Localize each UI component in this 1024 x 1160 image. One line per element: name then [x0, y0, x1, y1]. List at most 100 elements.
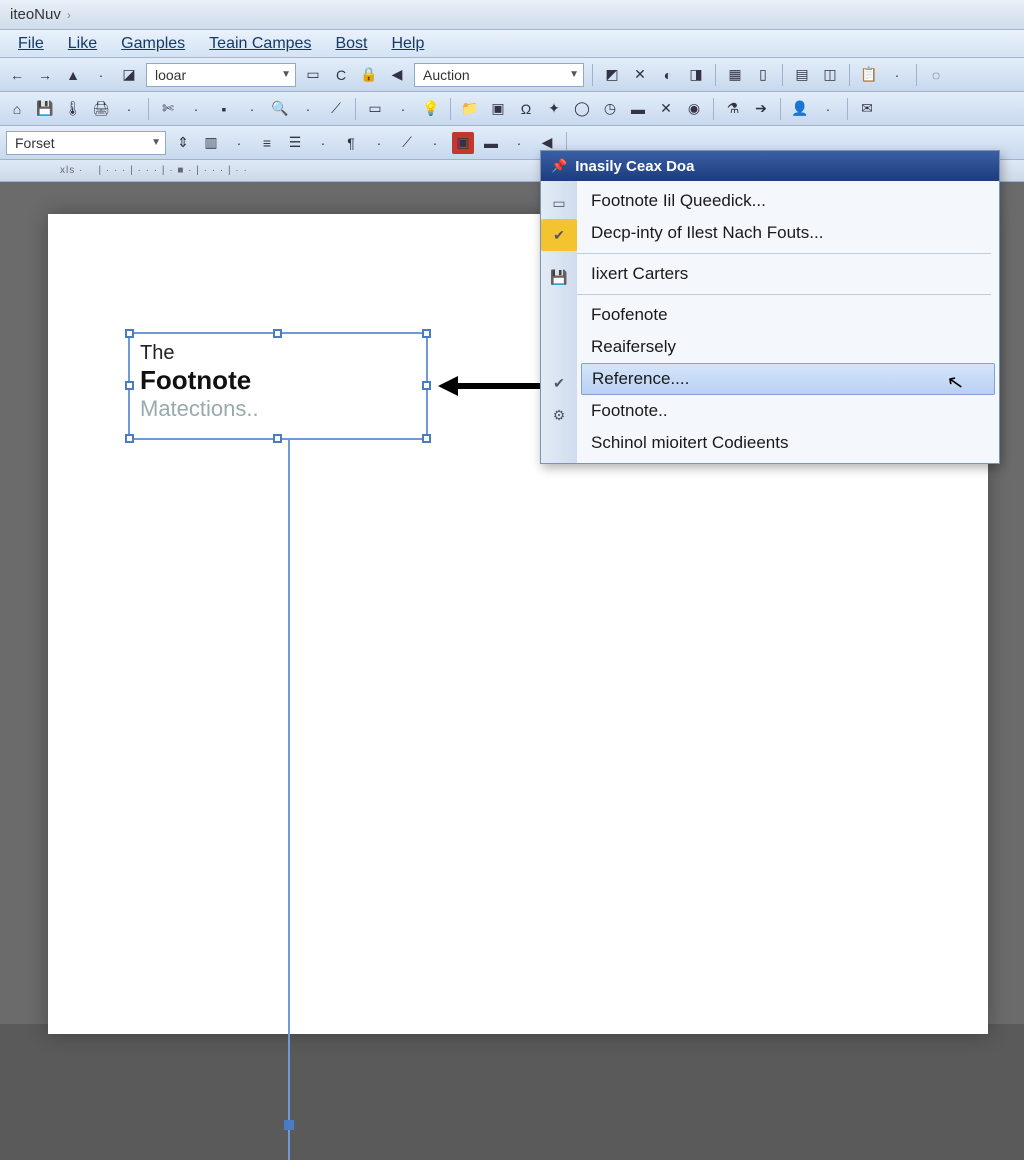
wand-icon[interactable]: ⟋ — [325, 98, 347, 120]
menu-title: Inasily Ceax Doa — [575, 158, 694, 175]
pilcrow-icon[interactable]: ¶ — [340, 132, 362, 154]
align1-icon[interactable]: ⇕ — [172, 132, 194, 154]
menu-item-footnote-queedick[interactable]: Footnote Iil Queedick... — [577, 185, 999, 217]
menu-item-reaifersely[interactable]: Reaifersely — [577, 331, 999, 363]
delete-icon[interactable]: ✕ — [655, 98, 677, 120]
resize-handle[interactable] — [125, 381, 134, 390]
tool-b-icon[interactable]: ▤ — [791, 64, 813, 86]
menu-item-ixert-carters[interactable]: Iixert Carters — [577, 258, 999, 290]
save-icon[interactable]: 💾 — [34, 98, 56, 120]
resize-handle[interactable] — [125, 329, 134, 338]
folder-icon[interactable]: 📁 — [459, 98, 481, 120]
resize-handle[interactable] — [422, 434, 431, 443]
sep-icon: · — [90, 64, 112, 86]
spacer — [541, 251, 577, 261]
thermo-icon[interactable]: 🌡 — [62, 98, 84, 120]
menu-item-reference[interactable]: Reference.... ↖ — [581, 363, 995, 395]
resize-handle[interactable] — [422, 381, 431, 390]
refresh-icon[interactable]: ◐ — [657, 64, 679, 86]
align2-icon[interactable]: ▥ — [200, 132, 222, 154]
window-icon[interactable]: ▣ — [487, 98, 509, 120]
close-x-icon[interactable]: ✕ — [629, 64, 651, 86]
cut-icon[interactable]: ✄ — [157, 98, 179, 120]
align4-icon[interactable]: ☰ — [284, 132, 306, 154]
stack-icon[interactable]: ▪ — [213, 98, 235, 120]
arrow2-icon[interactable]: ➔ — [750, 98, 772, 120]
tool-d-icon[interactable]: · — [886, 64, 908, 86]
combo-auction[interactable]: Auction ▼ — [414, 63, 584, 87]
menu-item-foofenote[interactable]: Foofenote — [577, 299, 999, 331]
rec-icon[interactable]: ▣ — [452, 132, 474, 154]
star-icon[interactable]: ✦ — [543, 98, 565, 120]
clock-icon[interactable]: ◷ — [599, 98, 621, 120]
mail-icon[interactable]: ✉ — [856, 98, 878, 120]
combo-forset[interactable]: Forset ▼ — [6, 131, 166, 155]
ruler-label: xls · — [60, 165, 83, 176]
separator — [148, 98, 149, 120]
pin-icon: 📌 — [551, 158, 567, 174]
tool-e-icon[interactable]: ◌ — [925, 64, 947, 86]
dot2-icon[interactable]: · — [185, 98, 207, 120]
menu-gutter: ▭ ✔ 💾 ✔ ⚙ — [541, 181, 577, 463]
menu-item-footnote2[interactable]: Footnote.. — [577, 395, 999, 427]
align3-icon[interactable]: ≡ — [256, 132, 278, 154]
omega-icon[interactable]: Ω — [515, 98, 537, 120]
lock-icon[interactable]: 🔒 — [358, 64, 380, 86]
clipboard-icon[interactable]: 📋 — [858, 64, 880, 86]
blank-icon — [541, 431, 577, 463]
minus-icon[interactable]: ▭ — [364, 98, 386, 120]
guide-handle[interactable] — [284, 1120, 294, 1130]
doc-icon[interactable]: ▭ — [302, 64, 324, 86]
dot-icon[interactable]: · — [118, 98, 140, 120]
vertical-guide[interactable] — [288, 440, 290, 1160]
bulb-icon[interactable]: 💡 — [420, 98, 442, 120]
flag-icon[interactable]: ◨ — [685, 64, 707, 86]
dot4-icon[interactable]: · — [297, 98, 319, 120]
frame-line3: Matections.. — [140, 396, 416, 422]
app-icon[interactable]: ◪ — [118, 64, 140, 86]
person2-icon[interactable]: 👤 — [789, 98, 811, 120]
menu-gamples[interactable]: Gamples — [111, 32, 195, 56]
menu-item-schinol[interactable]: Schinol mioitert Codieents — [577, 427, 999, 459]
forward-icon[interactable]: → — [34, 64, 56, 86]
menu-like[interactable]: Like — [58, 32, 107, 56]
separator — [847, 98, 848, 120]
menu-teain[interactable]: Teain Campes — [199, 32, 321, 56]
back-icon[interactable]: ← — [6, 64, 28, 86]
cert-icon[interactable]: C — [330, 64, 352, 86]
dot10-icon[interactable]: · — [424, 132, 446, 154]
menu-item-decp-inty[interactable]: Decp-inty of Ilest Nach Fouts... — [577, 217, 999, 249]
resize-handle[interactable] — [273, 329, 282, 338]
paint-icon[interactable]: ⟋ — [396, 132, 418, 154]
tool-a-icon[interactable]: ◩ — [601, 64, 623, 86]
circle-icon[interactable]: ◯ — [571, 98, 593, 120]
combo-looar[interactable]: looar ▼ — [146, 63, 296, 87]
print-icon[interactable]: 🖨 — [90, 98, 112, 120]
prev-icon[interactable]: ◀ — [386, 64, 408, 86]
page-icon[interactable]: ▯ — [752, 64, 774, 86]
dot6-icon[interactable]: · — [817, 98, 839, 120]
menu-help[interactable]: Help — [381, 32, 434, 56]
layout-icon[interactable]: ▦ — [724, 64, 746, 86]
resize-handle[interactable] — [125, 434, 134, 443]
menu-file[interactable]: File — [8, 32, 54, 56]
dot9-icon[interactable]: · — [368, 132, 390, 154]
eq-icon[interactable]: ▬ — [627, 98, 649, 120]
globe-icon[interactable]: ◉ — [683, 98, 705, 120]
bold-icon[interactable]: ▬ — [480, 132, 502, 154]
dot3-icon[interactable]: · — [241, 98, 263, 120]
gear-icon: ⚙ — [541, 399, 577, 431]
zoom-icon[interactable]: 🔍 — [269, 98, 291, 120]
dot8-icon[interactable]: · — [312, 132, 334, 154]
dot7-icon[interactable]: · — [228, 132, 250, 154]
dot5-icon[interactable]: · — [392, 98, 414, 120]
person-icon[interactable]: ▲ — [62, 64, 84, 86]
menu-bost[interactable]: Bost — [325, 32, 377, 56]
dot11-icon[interactable]: · — [508, 132, 530, 154]
resize-handle[interactable] — [273, 434, 282, 443]
resize-handle[interactable] — [422, 329, 431, 338]
selected-text-frame[interactable]: The Footnote Matections.. — [128, 332, 428, 440]
home-icon[interactable]: ⌂ — [6, 98, 28, 120]
tool-c-icon[interactable]: ◫ — [819, 64, 841, 86]
flask-icon[interactable]: ⚗ — [722, 98, 744, 120]
